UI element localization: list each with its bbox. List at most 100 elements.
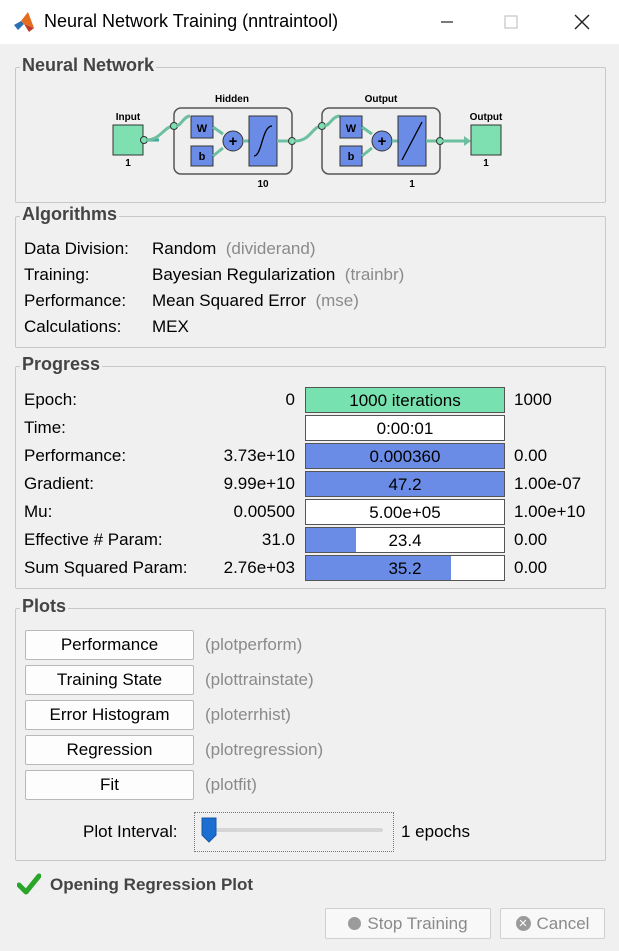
progress-max-value: 1000 (514, 390, 552, 409)
network-diagram: Input 1 Hidden W b + 10 Output W b + 1 O… (112, 94, 503, 190)
panel-title-progress: Progress (20, 354, 103, 375)
output-weight-symbol: W (346, 123, 357, 135)
close-button[interactable] (562, 8, 602, 36)
progress-min-value: 3.73e+10 (223, 446, 295, 465)
progress-panel: Progress Epoch: 0 1000 iterations 1000 Time:… (15, 354, 606, 589)
svg-text:+: + (378, 133, 387, 150)
progress-max-value: 0.00 (514, 446, 548, 465)
plot-training-state-function: (plottrainstate) (205, 670, 314, 689)
progress-current-value: 0:00:01 (376, 419, 434, 438)
input-size: 1 (125, 158, 131, 169)
algorithm-label: Calculations: (24, 317, 122, 336)
progress-current-value: 1000 iterations (349, 391, 461, 410)
progress-max-value: 1.00e+10 (514, 502, 586, 521)
progress-label: Mu: (24, 502, 53, 521)
progress-current-value: 5.00e+05 (369, 503, 441, 522)
panel-title-plots: Plots (20, 596, 69, 617)
progress-min-value: 0.00500 (233, 502, 295, 521)
plot-regression-button[interactable]: Regression (25, 735, 194, 765)
progress-label: Gradient: (24, 474, 94, 493)
progress-min-value: 9.99e+10 (223, 474, 295, 493)
plot-interval-label: Plot Interval: (83, 822, 178, 841)
checkmark-icon (17, 873, 41, 895)
output-layer-size: 1 (409, 179, 415, 190)
svg-text:+: + (229, 133, 238, 150)
input-label: Input (116, 112, 141, 123)
progress-current-value: 0.000360 (369, 447, 441, 466)
progress-current-value: 23.4 (388, 531, 422, 550)
progress-bar: 23.4 (305, 527, 505, 553)
stop-icon (348, 917, 362, 930)
close-icon (574, 14, 590, 30)
maximize-button (491, 8, 531, 36)
algorithm-function: (trainbr) (344, 265, 405, 284)
output-block (470, 124, 502, 156)
minimize-button[interactable] (427, 8, 467, 36)
stop-training-button[interactable]: Stop Training (325, 908, 491, 939)
progress-max-value: 0.00 (514, 558, 548, 577)
progress-max-value: 1.00e-07 (514, 474, 582, 493)
output-size: 1 (483, 158, 489, 169)
output-label: Output (470, 112, 503, 123)
progress-max-value: 0.00 (514, 530, 548, 549)
progress-row-time: Time: 0:00:01 (16, 415, 605, 441)
input-block (112, 124, 144, 156)
progress-bar: 5.00e+05 (305, 499, 505, 525)
progress-label: Sum Squared Param: (24, 558, 188, 577)
plot-performance-function: (plotperform) (205, 635, 303, 654)
status-message: Opening Regression Plot (50, 875, 254, 894)
progress-min-value: 0 (285, 390, 295, 409)
cancel-button[interactable]: ✕ Cancel (500, 908, 605, 939)
plot-interval-slider[interactable] (194, 812, 394, 852)
hidden-weight-symbol: W (197, 123, 208, 135)
output-layer-label: Output (365, 94, 398, 105)
progress-row-performance: Performance: 3.73e+10 0.000360 0.00 (16, 443, 605, 469)
algorithm-label: Training: (24, 265, 90, 284)
algorithm-value: Bayesian Regularization (152, 265, 336, 284)
plots-panel: Plots Performance (plotperform) Training… (15, 596, 606, 861)
progress-row-epoch: Epoch: 0 1000 iterations 1000 (16, 387, 605, 413)
progress-bar: 1000 iterations (305, 387, 505, 413)
algorithm-label: Performance: (24, 291, 127, 310)
progress-bar: 0.000360 (305, 443, 505, 469)
minimize-icon (441, 21, 453, 23)
matlab-logo-icon (14, 12, 34, 32)
plot-regression-function: (plotregression) (205, 740, 324, 759)
progress-bar: 0:00:01 (305, 415, 505, 441)
panel-title-algorithms: Algorithms (20, 204, 120, 225)
plot-error-histogram-button[interactable]: Error Histogram (25, 700, 194, 730)
stop-training-label: Stop Training (367, 913, 468, 933)
cancel-icon: ✕ (515, 916, 531, 931)
progress-row-effective-param: Effective # Param: 31.0 23.4 0.00 (16, 527, 605, 553)
progress-current-value: 47.2 (388, 475, 422, 494)
progress-label: Performance: (24, 446, 127, 465)
algorithm-function: (dividerand) (225, 239, 316, 258)
progress-bar: 35.2 (305, 555, 505, 581)
cancel-label: Cancel (536, 913, 590, 933)
algorithm-value: Random (152, 239, 217, 258)
plot-fit-function: (plotfit) (205, 775, 257, 794)
plot-performance-button[interactable]: Performance (25, 630, 194, 660)
slider-thumb[interactable] (201, 817, 217, 843)
progress-min-value: 31.0 (261, 530, 295, 549)
progress-min-value: 2.76e+03 (223, 558, 295, 577)
plot-training-state-button[interactable]: Training State (25, 665, 194, 695)
plot-interval-value: 1 epochs (401, 822, 470, 841)
window-title: Neural Network Training (nntraintool) (44, 11, 339, 31)
progress-label: Epoch: (24, 390, 77, 409)
progress-current-value: 35.2 (388, 559, 422, 578)
plot-fit-button[interactable]: Fit (25, 770, 194, 800)
progress-label: Time: (24, 418, 66, 437)
hidden-label: Hidden (215, 94, 249, 105)
algorithm-value: MEX (152, 317, 189, 336)
algorithm-function: (mse) (315, 291, 359, 310)
algorithm-value: Mean Squared Error (152, 291, 307, 310)
progress-row-mu: Mu: 0.00500 5.00e+05 1.00e+10 (16, 499, 605, 525)
progress-bar: 47.2 (305, 471, 505, 497)
algorithms-panel: Algorithms Data Division: Random (divide… (15, 204, 606, 348)
progress-label: Effective # Param: (24, 530, 163, 549)
hidden-bias-symbol: b (199, 151, 206, 163)
output-bias-symbol: b (348, 151, 355, 163)
plot-error-histogram-function: (ploterrhist) (205, 705, 291, 724)
slider-track (203, 828, 383, 832)
